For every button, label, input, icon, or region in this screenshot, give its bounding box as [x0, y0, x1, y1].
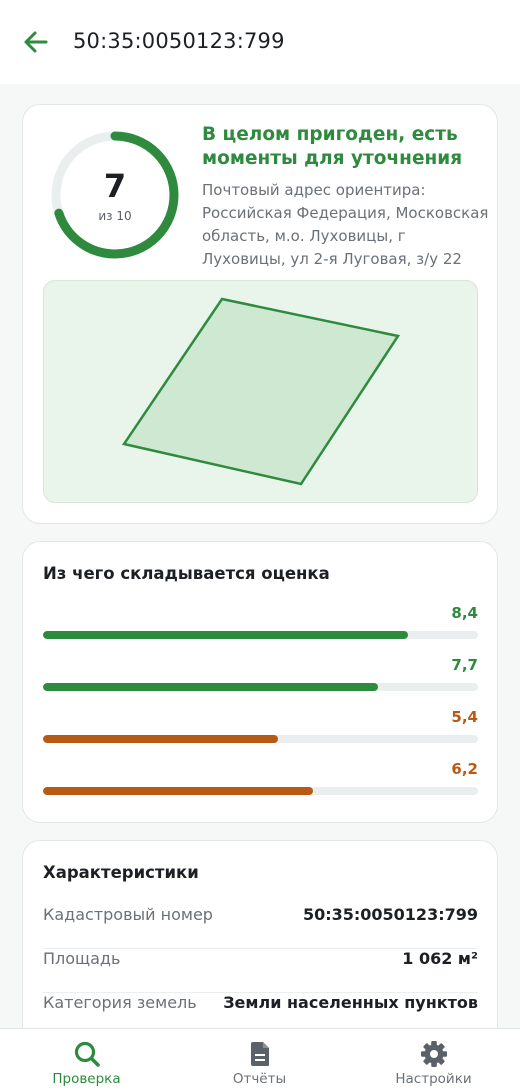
breakdown-value: 6,2: [451, 760, 478, 778]
breakdown-track: [43, 683, 478, 691]
nav-label: Настройки: [395, 1071, 472, 1087]
nav-item-reports[interactable]: Отчёты: [173, 1029, 346, 1092]
arrow-left-icon: [24, 31, 48, 53]
plot-map[interactable]: [43, 280, 478, 503]
verdict-title: В целом пригоден, есть моменты для уточн…: [202, 124, 463, 169]
nav-label: Проверка: [52, 1071, 121, 1087]
breakdown-fill: [43, 631, 409, 639]
score-gauge: 7 из 10: [49, 129, 181, 261]
address-text: Почтовый адрес ориентира: Российская Фед…: [202, 181, 489, 268]
nav-label: Отчёты: [232, 1071, 287, 1087]
breakdown-track: [43, 787, 478, 795]
breakdown-fill: [43, 735, 278, 743]
breakdown-row: 6,2: [43, 760, 478, 800]
score-out-of: из 10: [98, 209, 132, 223]
nav-item-check[interactable]: Проверка: [0, 1029, 173, 1092]
breakdown-value: 5,4: [451, 708, 478, 726]
spec-value: 1 062 м²: [402, 949, 478, 968]
spec-value: Земли населенных пунктов: [223, 993, 478, 1012]
search-icon: [74, 1041, 100, 1067]
bottom-navigation: Проверка Отчёты Настройки: [0, 1028, 520, 1092]
top-app-bar: 50:35:0050123:799: [0, 0, 520, 84]
score-breakdown-card: Из чего складывается оценка 8,4 7,7 5,4 …: [22, 541, 498, 823]
characteristics-card: Характеристики Кадастровый номер 50:35:0…: [22, 840, 498, 1060]
plot-boundary: [121, 297, 401, 486]
breakdown-row: 5,4: [43, 708, 478, 748]
gear-icon: [421, 1041, 447, 1067]
breakdown-track: [43, 631, 478, 639]
document-icon: [251, 1042, 269, 1066]
breakdown-row: 8,4: [43, 604, 478, 644]
spec-row-cadastral-number: Кадастровый номер 50:35:0050123:799: [43, 905, 478, 949]
breakdown-track: [43, 735, 478, 743]
breakdown-fill: [43, 683, 378, 691]
spec-label: Площадь: [43, 949, 121, 968]
breakdown-value: 8,4: [451, 604, 478, 622]
score-card: 7 из 10 В целом пригоден, есть моменты д…: [22, 104, 498, 524]
spec-label: Кадастровый номер: [43, 905, 213, 924]
score-value: 7: [103, 167, 127, 205]
breakdown-title: Из чего складывается оценка: [43, 564, 330, 583]
back-button[interactable]: [20, 28, 50, 56]
breakdown-value: 7,7: [451, 656, 478, 674]
spec-value: 50:35:0050123:799: [302, 905, 478, 924]
spec-label: Категория земель: [43, 993, 197, 1012]
nav-item-settings[interactable]: Настройки: [347, 1029, 520, 1092]
breakdown-row: 7,7: [43, 656, 478, 696]
page-title: 50:35:0050123:799: [73, 29, 285, 53]
spec-row-area: Площадь 1 062 м²: [43, 949, 478, 993]
characteristics-title: Характеристики: [43, 863, 199, 882]
breakdown-fill: [43, 787, 313, 795]
